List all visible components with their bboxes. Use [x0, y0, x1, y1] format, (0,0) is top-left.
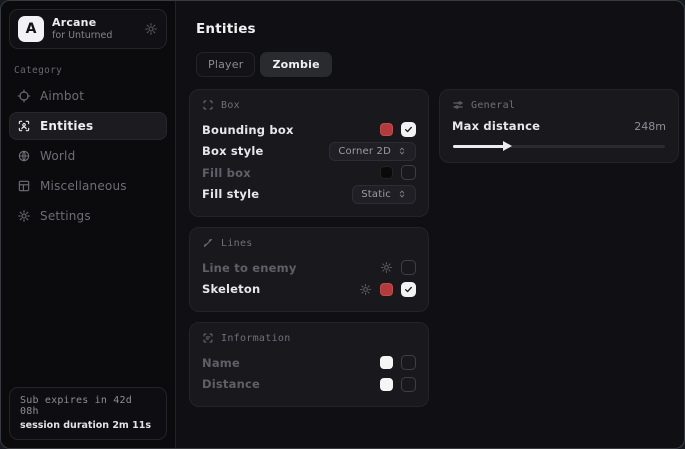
- fill-style-value: Static: [361, 189, 391, 200]
- general-card: General Max distance 248m: [439, 89, 679, 163]
- line-to-enemy-settings-gear-icon[interactable]: [380, 261, 393, 274]
- name-color-swatch[interactable]: [380, 356, 393, 369]
- box-card-title: Box: [221, 100, 240, 111]
- sidebar: A Arcane for Unturned Category: [1, 1, 176, 448]
- sidebar-item-label: Miscellaneous: [40, 179, 127, 193]
- sidebar-item-miscellaneous[interactable]: Miscellaneous: [9, 172, 167, 200]
- sidebar-item-label: Entities: [40, 119, 93, 133]
- right-column: General Max distance 248m: [439, 89, 679, 173]
- box-style-dropdown[interactable]: Corner 2D: [329, 142, 416, 161]
- setting-row-fill-box: Fill box: [202, 162, 416, 184]
- crosshair-icon: [17, 89, 31, 103]
- fill-box-color-swatch[interactable]: [380, 166, 393, 179]
- layout-grid-icon: [17, 179, 31, 193]
- globe-icon: [17, 149, 31, 163]
- app-logo-letter: A: [26, 21, 37, 37]
- name-label: Name: [202, 356, 240, 370]
- lines-card-header: Lines: [202, 237, 416, 249]
- app-logo: A: [18, 16, 44, 42]
- fill-box-checkbox[interactable]: [401, 165, 416, 180]
- scan-entity-icon: [17, 119, 31, 133]
- distance-checkbox[interactable]: [401, 377, 416, 392]
- information-card-header: Information: [202, 332, 416, 344]
- skeleton-label: Skeleton: [202, 282, 260, 296]
- sub-expiry-text: Sub expires in 42d 08h: [20, 395, 156, 417]
- box-card: Box Bounding box Box style: [189, 89, 429, 217]
- fill-box-label: Fill box: [202, 166, 251, 180]
- page-title: Entities: [196, 21, 679, 37]
- diagonal-line-icon: [202, 237, 214, 249]
- line-to-enemy-label: Line to enemy: [202, 261, 297, 275]
- setting-row-bounding-box: Bounding box: [202, 119, 416, 141]
- tab-bar: Player Zombie: [196, 52, 679, 77]
- scan-text-icon: [202, 332, 214, 344]
- chevrons-up-down-icon: [397, 189, 407, 199]
- brand-text: Arcane for Unturned: [52, 16, 112, 42]
- skeleton-settings-gear-icon[interactable]: [359, 283, 372, 296]
- fill-style-dropdown[interactable]: Static: [352, 185, 416, 204]
- max-distance-row: Max distance 248m: [452, 119, 666, 133]
- sidebar-nav: Aimbot Entities World: [9, 82, 167, 230]
- app-subtitle: for Unturned: [52, 30, 112, 42]
- left-column: Box Bounding box Box style: [189, 89, 429, 417]
- setting-row-fill-style: Fill style Static: [202, 184, 416, 206]
- category-label: Category: [14, 65, 167, 76]
- slider-fill: [453, 145, 506, 148]
- bounding-box-checkbox[interactable]: [401, 122, 416, 137]
- sidebar-item-aimbot[interactable]: Aimbot: [9, 82, 167, 110]
- box-style-value: Corner 2D: [338, 146, 391, 157]
- sidebar-item-world[interactable]: World: [9, 142, 167, 170]
- fill-style-label: Fill style: [202, 187, 259, 201]
- slider-thumb[interactable]: [503, 141, 512, 151]
- setting-row-distance: Distance: [202, 374, 416, 396]
- brand-card: A Arcane for Unturned: [9, 9, 167, 49]
- setting-row-box-style: Box style Corner 2D: [202, 141, 416, 163]
- session-duration-text: session duration 2m 11s: [20, 420, 156, 431]
- gear-icon[interactable]: [144, 22, 158, 36]
- skeleton-checkbox[interactable]: [401, 282, 416, 297]
- sidebar-item-label: Aimbot: [40, 89, 84, 103]
- distance-label: Distance: [202, 377, 260, 391]
- bounding-box-color-swatch[interactable]: [380, 123, 393, 136]
- max-distance-value: 248m: [634, 120, 666, 133]
- card-columns: Box Bounding box Box style: [189, 89, 679, 417]
- chevrons-up-down-icon: [397, 146, 407, 156]
- lines-card: Lines Line to enemy: [189, 227, 429, 312]
- subscription-info-box: Sub expires in 42d 08h session duration …: [9, 387, 167, 440]
- distance-color-swatch[interactable]: [380, 378, 393, 391]
- sidebar-item-label: World: [40, 149, 75, 163]
- box-style-label: Box style: [202, 144, 263, 158]
- sidebar-item-entities[interactable]: Entities: [9, 112, 167, 140]
- bounding-box-label: Bounding box: [202, 123, 294, 137]
- information-card-title: Information: [221, 333, 291, 344]
- setting-row-line-to-enemy: Line to enemy: [202, 257, 416, 279]
- line-to-enemy-checkbox[interactable]: [401, 260, 416, 275]
- sidebar-item-label: Settings: [40, 209, 91, 223]
- app-title: Arcane: [52, 16, 112, 30]
- max-distance-slider[interactable]: [453, 141, 665, 151]
- setting-row-skeleton: Skeleton: [202, 279, 416, 301]
- lines-card-title: Lines: [221, 238, 253, 249]
- tab-player[interactable]: Player: [196, 52, 255, 77]
- general-card-title: General: [471, 100, 515, 111]
- main-content: Entities Player Zombie Box: [176, 1, 685, 448]
- app-window: A Arcane for Unturned Category: [0, 0, 685, 449]
- information-card: Information Name Distance: [189, 322, 429, 407]
- skeleton-color-swatch[interactable]: [380, 283, 393, 296]
- sidebar-item-settings[interactable]: Settings: [9, 202, 167, 230]
- setting-row-name: Name: [202, 352, 416, 374]
- box-card-header: Box: [202, 99, 416, 111]
- max-distance-label: Max distance: [452, 119, 540, 133]
- name-checkbox[interactable]: [401, 355, 416, 370]
- scan-box-icon: [202, 99, 214, 111]
- gear-icon: [17, 209, 31, 223]
- general-card-header: General: [452, 99, 666, 111]
- sliders-icon: [452, 99, 464, 111]
- tab-zombie[interactable]: Zombie: [260, 52, 331, 77]
